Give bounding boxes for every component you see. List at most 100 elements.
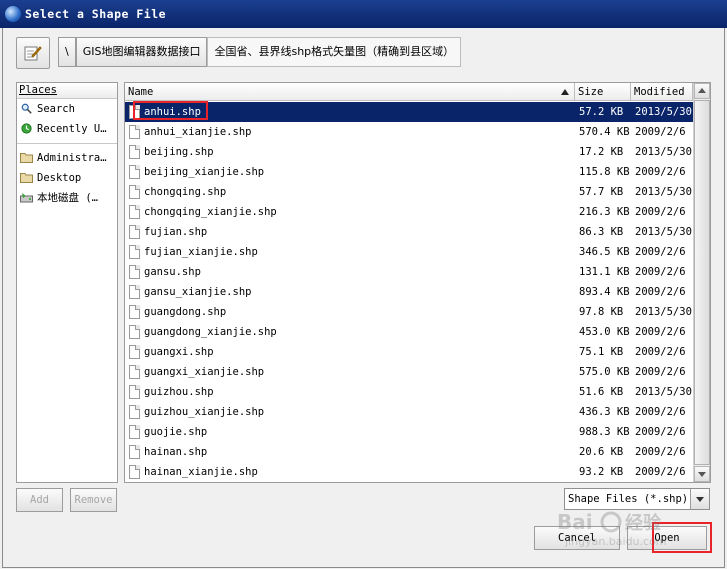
app-icon [5, 6, 21, 22]
file-size: 453.0 KB [579, 326, 630, 338]
cancel-button[interactable]: Cancel [534, 526, 620, 550]
file-name: guangxi.shp [144, 346, 214, 358]
file-row[interactable]: fujian.shp 86.3 KB 2013/5/30 [125, 222, 693, 242]
file-name: fujian_xianjie.shp [144, 246, 258, 258]
file-row[interactable]: beijing_xianjie.shp 115.8 KB 2009/2/6 [125, 162, 693, 182]
file-name: chongqing.shp [144, 186, 227, 198]
file-size: 97.8 KB [579, 306, 624, 318]
file-row[interactable]: hainan_xianjie.shp 93.2 KB 2009/2/6 [125, 462, 693, 482]
file-row[interactable]: guangdong.shp 97.8 KB 2013/5/30 [125, 302, 693, 322]
file-modified: 2009/2/6 [635, 326, 686, 338]
path-root-button[interactable]: \ [58, 37, 76, 67]
file-name: guangdong_xianjie.shp [144, 326, 277, 338]
column-header-name[interactable]: Name [125, 83, 575, 101]
file-modified: 2013/5/30 [635, 306, 692, 318]
file-row[interactable]: gansu.shp 131.1 KB 2009/2/6 [125, 262, 693, 282]
title-bar: Select a Shape File [0, 0, 727, 28]
file-row[interactable]: guangdong_xianjie.shp 453.0 KB 2009/2/6 [125, 322, 693, 342]
file-size: 346.5 KB [579, 246, 630, 258]
file-icon [129, 205, 140, 219]
file-name: gansu_xianjie.shp [144, 286, 252, 298]
file-modified: 2009/2/6 [635, 406, 686, 418]
scrollbar-thumb[interactable] [694, 100, 710, 465]
file-size: 93.2 KB [579, 466, 624, 478]
places-item-label: Recently U… [37, 123, 107, 135]
file-type-filter[interactable]: Shape Files (*.shp) [564, 488, 710, 510]
file-row[interactable]: anhui.shp 57.2 KB 2013/5/30 [125, 102, 693, 122]
places-item-label: 本地磁盘 (… [37, 192, 98, 204]
file-icon [129, 125, 140, 139]
file-row[interactable]: gansu_xianjie.shp 893.4 KB 2009/2/6 [125, 282, 693, 302]
places-item-desktop[interactable]: Desktop [17, 168, 117, 188]
file-row[interactable]: hainan.shp 20.6 KB 2009/2/6 [125, 442, 693, 462]
file-type-filter-value: Shape Files (*.shp) [568, 493, 689, 505]
path-crumb-current[interactable]: 全国省、县界线shp格式矢量图（精确到县区域） [207, 37, 462, 67]
file-name: beijing_xianjie.shp [144, 166, 265, 178]
file-modified: 2013/5/30 [635, 226, 692, 238]
column-header-label: Modified [634, 86, 685, 98]
recent-icon [21, 123, 32, 134]
chevron-down-icon[interactable] [690, 489, 709, 509]
drive-icon [20, 193, 33, 203]
edit-path-button[interactable] [16, 37, 50, 69]
places-item-administrator[interactable]: Administra… [17, 148, 117, 168]
file-icon [129, 145, 140, 159]
file-size: 75.1 KB [579, 346, 624, 358]
sort-ascending-icon [561, 89, 569, 95]
file-size: 115.8 KB [579, 166, 630, 178]
file-row[interactable]: guizhou.shp 51.6 KB 2013/5/30 [125, 382, 693, 402]
scroll-down-button[interactable] [694, 466, 710, 482]
file-size: 57.2 KB [579, 106, 624, 118]
folder-icon [20, 173, 33, 183]
file-row[interactable]: fujian_xianjie.shp 346.5 KB 2009/2/6 [125, 242, 693, 262]
file-modified: 2009/2/6 [635, 246, 686, 258]
vertical-scrollbar[interactable] [693, 83, 710, 482]
file-icon [129, 345, 140, 359]
file-row[interactable]: chongqing.shp 57.7 KB 2013/5/30 [125, 182, 693, 202]
file-row[interactable]: beijing.shp 17.2 KB 2013/5/30 [125, 142, 693, 162]
file-name: guizhou.shp [144, 386, 214, 398]
file-modified: 2013/5/30 [635, 386, 692, 398]
places-item-local-disk[interactable]: 本地磁盘 (… [17, 188, 117, 208]
file-icon [129, 225, 140, 239]
file-icon [129, 305, 140, 319]
file-row[interactable]: guojie.shp 988.3 KB 2009/2/6 [125, 422, 693, 442]
file-size: 57.7 KB [579, 186, 624, 198]
file-row[interactable]: chongqing_xianjie.shp 216.3 KB 2009/2/6 [125, 202, 693, 222]
file-modified: 2009/2/6 [635, 346, 686, 358]
places-header[interactable]: Places [17, 83, 117, 99]
path-crumb-gis[interactable]: GIS地图编辑器数据接口 [75, 37, 208, 67]
file-row[interactable]: guizhou_xianjie.shp 436.3 KB 2009/2/6 [125, 402, 693, 422]
file-modified: 2009/2/6 [635, 126, 686, 138]
file-row[interactable]: anhui_xianjie.shp 570.4 KB 2009/2/6 [125, 122, 693, 142]
file-name: hainan.shp [144, 446, 208, 458]
places-item-recent[interactable]: Recently U… [17, 119, 117, 139]
places-item-search[interactable]: Search [17, 99, 117, 119]
places-separator [17, 143, 117, 144]
file-name: beijing.shp [144, 146, 214, 158]
file-modified: 2009/2/6 [635, 366, 686, 378]
file-modified: 2009/2/6 [635, 286, 686, 298]
file-modified: 2009/2/6 [635, 266, 686, 278]
file-icon [129, 265, 140, 279]
file-size: 17.2 KB [579, 146, 624, 158]
file-modified: 2009/2/6 [635, 466, 686, 478]
file-name: chongqing_xianjie.shp [144, 206, 277, 218]
file-name: guizhou_xianjie.shp [144, 406, 265, 418]
file-icon [129, 445, 140, 459]
file-name: guojie.shp [144, 426, 208, 438]
file-row[interactable]: guangxi_xianjie.shp 575.0 KB 2009/2/6 [125, 362, 693, 382]
file-row[interactable]: guangxi.shp 75.1 KB 2009/2/6 [125, 342, 693, 362]
column-header-label: Name [128, 86, 154, 98]
file-icon [129, 405, 140, 419]
search-icon [21, 103, 32, 114]
file-size: 20.6 KB [579, 446, 624, 458]
column-header-modified[interactable]: Modified [631, 83, 693, 101]
add-button[interactable]: Add [16, 488, 63, 512]
file-icon [129, 245, 140, 259]
remove-button[interactable]: Remove [70, 488, 117, 512]
column-header-size[interactable]: Size [575, 83, 631, 101]
highlight-box-selected-file [133, 101, 208, 120]
file-icon [129, 385, 140, 399]
scroll-up-button[interactable] [694, 83, 710, 99]
